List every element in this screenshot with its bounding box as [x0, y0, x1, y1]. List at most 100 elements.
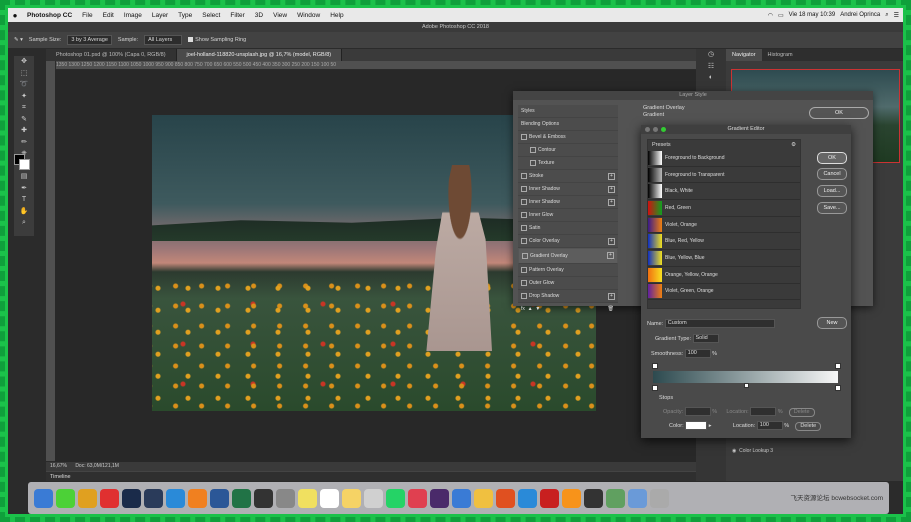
checkbox-icon[interactable]: [521, 133, 527, 140]
safari2-icon[interactable]: [518, 488, 537, 508]
color-delete-button[interactable]: Delete: [795, 421, 822, 431]
sample-select[interactable]: All Layers: [144, 35, 183, 45]
show-ring-option[interactable]: Show Sampling Ring: [188, 37, 246, 43]
excel-icon[interactable]: [232, 488, 251, 508]
preset-swatch[interactable]: [648, 284, 662, 299]
checkbox-icon[interactable]: [522, 252, 528, 259]
style-row[interactable]: Inner Shadow +: [518, 196, 618, 209]
marquee-tool-icon[interactable]: ⬚: [14, 68, 34, 80]
style-row[interactable]: Gradient Overlay +: [518, 248, 618, 264]
notes-icon[interactable]: [342, 488, 361, 508]
zoom-tool-icon[interactable]: ⌕: [14, 217, 34, 229]
menu-edit[interactable]: Edit: [98, 12, 119, 19]
tab-joel-holland[interactable]: joel-holland-118820-unsplash.jpg @ 16,7%…: [176, 49, 343, 61]
checkbox-icon[interactable]: [530, 146, 536, 153]
zoom-level[interactable]: 16,67%: [50, 463, 67, 469]
tab-navigator[interactable]: Navigator: [726, 49, 762, 61]
presets-header[interactable]: Presets ⚙: [648, 140, 800, 150]
menu-view[interactable]: View: [268, 12, 292, 19]
gradient-type-select[interactable]: Solid: [692, 334, 719, 343]
activity-icon[interactable]: [254, 488, 273, 508]
style-row[interactable]: Inner Shadow +: [518, 183, 618, 196]
layer-row[interactable]: ◉ Color Lookup 3: [732, 445, 898, 457]
color-stop-left[interactable]: [652, 385, 658, 391]
pinwheel-icon[interactable]: [606, 488, 625, 508]
preset-row[interactable]: Red, Green: [648, 200, 800, 217]
messages-icon[interactable]: [56, 488, 75, 508]
opacity-stop-left[interactable]: [652, 363, 658, 369]
claquette-icon[interactable]: [408, 488, 427, 508]
menu-image[interactable]: Image: [119, 12, 147, 19]
preset-row[interactable]: Violet, Orange: [648, 217, 800, 234]
new-button[interactable]: New: [817, 317, 847, 329]
word-icon[interactable]: [210, 488, 229, 508]
properties-icon[interactable]: ☷: [696, 61, 726, 73]
pen-tool-icon[interactable]: ✒: [14, 183, 34, 195]
preset-swatch[interactable]: [648, 217, 662, 232]
crop-tool-icon[interactable]: ⌗: [14, 102, 34, 114]
background-color-swatch[interactable]: [19, 159, 30, 170]
battery-icon[interactable]: ▭: [778, 12, 784, 19]
eyedropper-tool-icon[interactable]: ✎ ▾: [14, 37, 23, 43]
clock[interactable]: Vie 18 may 10:39: [789, 12, 836, 18]
preset-row[interactable]: Violet, Green, Orange: [648, 284, 800, 301]
lightroom-icon[interactable]: [144, 488, 163, 508]
opera-icon[interactable]: [100, 488, 119, 508]
gear-icon[interactable]: ⚙: [791, 140, 796, 150]
up-icon[interactable]: ▲: [528, 306, 533, 312]
healing-brush-icon[interactable]: ✚: [14, 125, 34, 137]
checkbox-icon[interactable]: [188, 37, 194, 43]
move-tool-icon[interactable]: ✥: [14, 56, 34, 68]
ok-button[interactable]: OK: [817, 152, 847, 164]
plus-icon[interactable]: +: [608, 199, 615, 206]
minimize-icon[interactable]: [653, 127, 658, 132]
reeder-icon[interactable]: [496, 488, 515, 508]
plus-icon[interactable]: +: [608, 173, 615, 180]
name-input[interactable]: Custom: [664, 319, 775, 328]
type-tool-icon[interactable]: T: [14, 194, 34, 206]
whatsapp-icon[interactable]: [386, 488, 405, 508]
layer-style-ok-button[interactable]: OK: [809, 107, 869, 119]
preset-swatch[interactable]: [648, 250, 662, 265]
style-row[interactable]: Satin: [518, 222, 618, 235]
checkbox-icon[interactable]: [521, 172, 527, 179]
preset-swatch[interactable]: [648, 184, 662, 199]
gradient-tool-icon[interactable]: ▤: [14, 171, 34, 183]
preset-swatch[interactable]: [648, 150, 662, 165]
opacity-delete-button[interactable]: Delete: [788, 407, 815, 417]
mail-icon[interactable]: [628, 488, 647, 508]
lasso-tool-icon[interactable]: ➰: [14, 79, 34, 91]
color-swatch[interactable]: [685, 421, 708, 430]
color-stop-right[interactable]: [835, 385, 841, 391]
menu-app[interactable]: Photoshop CC: [22, 12, 77, 19]
eye-icon[interactable]: ◉: [732, 448, 736, 454]
style-row[interactable]: Stroke +: [518, 170, 618, 183]
list-icon[interactable]: ☰: [894, 12, 899, 19]
color-location-input[interactable]: 100: [756, 421, 783, 430]
user-name[interactable]: Andrei Oprinca: [840, 12, 880, 18]
style-row[interactable]: Outer Glow: [518, 277, 618, 290]
finder-icon[interactable]: [34, 488, 53, 508]
style-row[interactable]: Color Overlay +: [518, 235, 618, 248]
apple-icon[interactable]: ●: [8, 11, 22, 20]
checkbox-icon[interactable]: [521, 266, 527, 273]
trash-icon[interactable]: 🗑: [608, 303, 614, 315]
gradient-preview-bar[interactable]: [653, 371, 838, 383]
calendar-icon[interactable]: [320, 488, 339, 508]
plus-icon[interactable]: +: [608, 293, 615, 300]
bitcoin-icon[interactable]: [562, 488, 581, 508]
down-icon[interactable]: ▼: [535, 306, 540, 312]
chrome2-icon[interactable]: [364, 488, 383, 508]
midpoint-marker[interactable]: [744, 383, 749, 388]
preset-swatch[interactable]: [648, 267, 662, 282]
menu-help[interactable]: Help: [325, 12, 348, 19]
menu-select[interactable]: Select: [197, 12, 225, 19]
eyedropper-icon[interactable]: ✎: [14, 114, 34, 126]
adjust-icon[interactable]: ◐: [696, 72, 726, 84]
tab-photoshop-01[interactable]: Photoshop 01.psd @ 100% (Capa 0, RGB/8): [46, 49, 177, 61]
plus-icon[interactable]: +: [607, 252, 614, 259]
settings-icon[interactable]: [276, 488, 295, 508]
preset-row[interactable]: Blue, Yellow, Blue: [648, 250, 800, 267]
preset-swatch[interactable]: [648, 234, 662, 249]
brush-tool-icon[interactable]: ✏: [14, 137, 34, 149]
